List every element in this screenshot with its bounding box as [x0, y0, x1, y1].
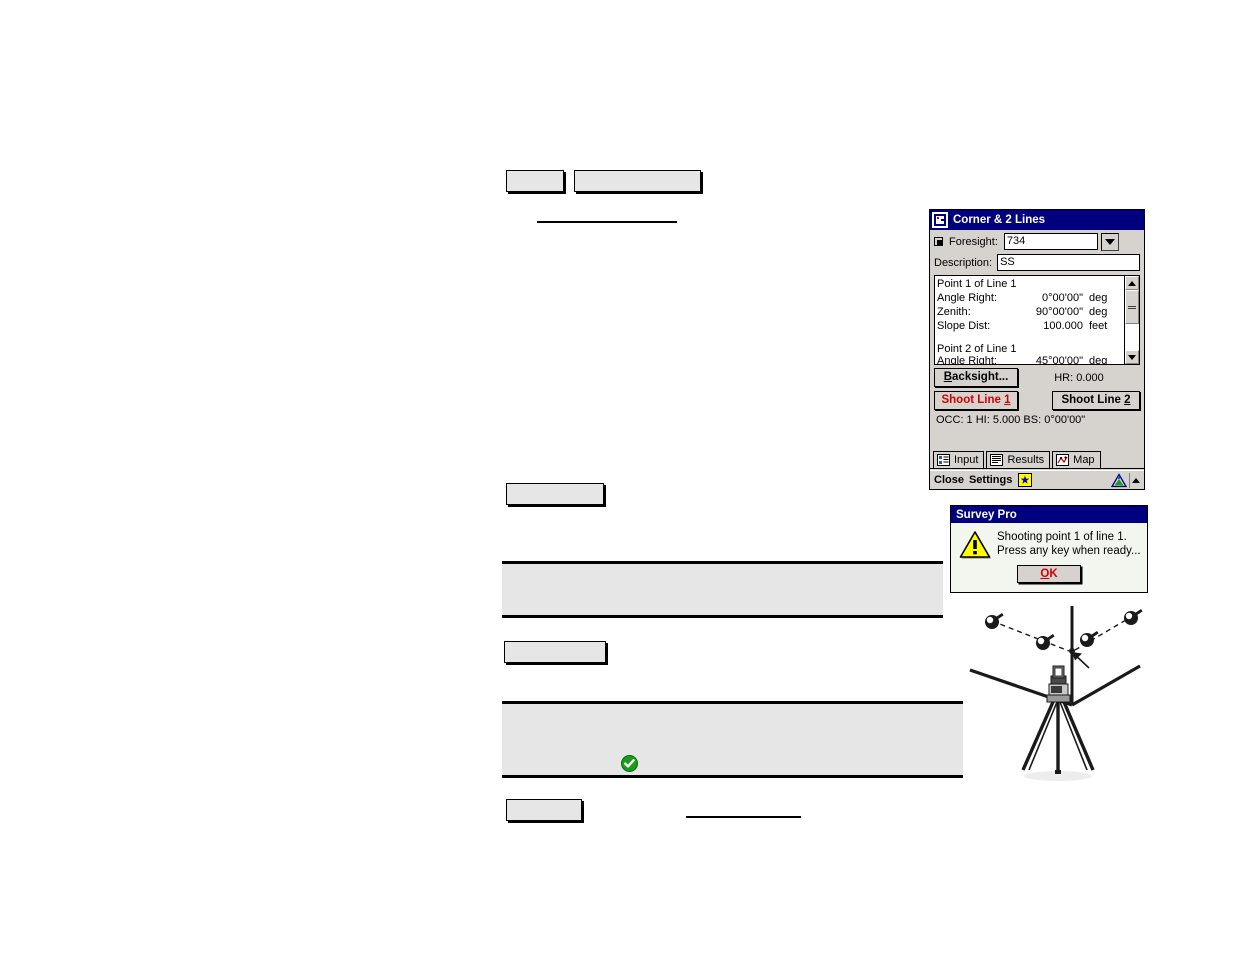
hr-readout: HR: 0.000: [1054, 371, 1104, 384]
backsight-row: Backsight... HR: 0.000: [930, 365, 1144, 387]
list-unit: feet: [1089, 320, 1108, 332]
shoot-line-1-accel: 1: [1004, 394, 1011, 406]
tab-map[interactable]: Map: [1052, 451, 1101, 468]
tab-input[interactable]: Input: [933, 451, 985, 468]
description-label: Description:: [934, 256, 993, 269]
list-item: Slope Dist: 100.000 feet: [937, 319, 1124, 333]
list-value: 90°00'00": [1035, 306, 1083, 318]
taskbar-close-button[interactable]: Close: [934, 474, 964, 486]
tab-input-label: Input: [954, 454, 979, 466]
description-input[interactable]: SS: [997, 254, 1140, 271]
backsight-accel: B: [943, 371, 953, 383]
survey-tray-icon[interactable]: [1110, 472, 1128, 488]
list-unit: deg: [1089, 306, 1108, 318]
step-text-1: [574, 170, 701, 192]
list-group-heading: Point 1 of Line 1: [937, 278, 1017, 290]
yellow-star-icon[interactable]: [1018, 473, 1033, 487]
underline-rule-bottom: [686, 816, 801, 818]
tab-results[interactable]: Results: [986, 451, 1051, 468]
dialog-message-line-1: Shooting point 1 of line 1.: [997, 531, 1127, 543]
shoot-buttons-row: Shoot Line 1 Shoot Line 2: [930, 387, 1144, 410]
shoot-line-2-label: Shoot Line: [1061, 394, 1125, 406]
backsight-label: acksight...: [952, 371, 1009, 383]
note-band-lower: [502, 701, 963, 778]
backsight-button[interactable]: Backsight...: [934, 368, 1018, 387]
list-value: 100.000: [1043, 320, 1083, 332]
taskbar-divider: [1129, 472, 1130, 488]
survey-pro-dialog: Survey Pro Shooting point 1 of line 1. P…: [950, 505, 1148, 593]
list-key: Zenith:: [937, 306, 971, 318]
dialog-ok-button[interactable]: OK: [1017, 565, 1081, 583]
step-label-2: [506, 483, 604, 505]
foresight-input[interactable]: 734: [1003, 233, 1098, 250]
measurements-listbox[interactable]: Point 1 of Line 1 Angle Right: 0°00'00" …: [934, 275, 1140, 365]
list-unit: deg: [1089, 356, 1108, 364]
dialog-title: Survey Pro: [956, 508, 1017, 521]
taskbar: Close Settings: [930, 470, 1144, 489]
tab-strip: Input Results Map: [930, 451, 1144, 469]
chevron-down-icon[interactable]: [1100, 232, 1119, 251]
list-key: Angle Right:: [937, 356, 997, 364]
results-list-icon: [990, 454, 1004, 466]
tab-map-label: Map: [1073, 454, 1095, 466]
window-title: Corner & 2 Lines: [953, 214, 1046, 226]
survey-app-icon: [932, 212, 948, 228]
foresight-label: Foresight:: [949, 235, 998, 248]
total-station-tripod-diagram: [965, 598, 1145, 783]
dialog-button-row: OK: [951, 565, 1147, 583]
green-check-icon: [621, 755, 638, 772]
tray-up-arrow-icon[interactable]: [1132, 477, 1140, 483]
dialog-message-line-2: Press any key when ready...: [997, 545, 1141, 557]
list-scrollbar[interactable]: [1124, 276, 1139, 364]
step-label-3: [504, 641, 606, 663]
dialog-body: Shooting point 1 of line 1. Press any ke…: [951, 523, 1147, 560]
list-item: Zenith: 90°00'00" deg: [937, 305, 1124, 319]
list-item: Angle Right: 45°00'00" deg: [937, 356, 1124, 364]
underline-rule-top: [537, 221, 677, 223]
dialog-ok-accel: O: [1040, 568, 1050, 580]
window-titlebar: Corner & 2 Lines: [930, 210, 1144, 230]
occupation-status-line: OCC: 1 HI: 5.000 BS: 0°00'00": [936, 414, 1086, 426]
list-group-heading: Point 2 of Line 1: [937, 343, 1017, 355]
description-row: Description: SS: [930, 251, 1144, 272]
list-key: Angle Right:: [937, 292, 997, 304]
tab-results-label: Results: [1007, 454, 1045, 466]
page-canvas: Corner & 2 Lines Foresight: 734 Descript…: [0, 0, 1235, 954]
list-gap: [937, 333, 1124, 342]
input-form-icon: [937, 454, 950, 466]
shoot-line-1-label: Shoot Line: [941, 394, 1005, 406]
measurements-list-body: Point 1 of Line 1 Angle Right: 0°00'00" …: [935, 276, 1124, 364]
shoot-line-2-accel: 2: [1124, 394, 1131, 406]
step-label-4: [506, 799, 582, 821]
list-value: 45°00'00": [1035, 356, 1083, 364]
warning-triangle-icon: [959, 530, 991, 560]
list-item: Angle Right: 0°00'00" deg: [937, 291, 1124, 305]
note-band-upper: [502, 561, 943, 618]
step-label-1: [506, 170, 564, 192]
map-chart-icon: [1056, 454, 1070, 466]
list-value: 0°00'00": [1042, 292, 1083, 304]
scrollbar-track[interactable]: [1125, 324, 1139, 350]
dialog-ok-label: K: [1049, 568, 1058, 580]
scroll-up-arrow-icon[interactable]: [1125, 276, 1139, 290]
list-key: Slope Dist:: [937, 320, 991, 332]
taskbar-settings-button[interactable]: Settings: [969, 474, 1012, 486]
shoot-line-1-button[interactable]: Shoot Line 1: [934, 391, 1018, 410]
radio-square-icon[interactable]: [934, 237, 943, 246]
shoot-line-2-button[interactable]: Shoot Line 2: [1052, 391, 1140, 410]
dialog-titlebar: Survey Pro: [951, 506, 1147, 523]
scroll-down-arrow-icon[interactable]: [1125, 350, 1139, 364]
survey-pro-window: Corner & 2 Lines Foresight: 734 Descript…: [929, 209, 1145, 490]
foresight-row: Foresight: 734: [930, 230, 1144, 251]
scrollbar-thumb[interactable]: [1125, 290, 1139, 324]
dialog-message: Shooting point 1 of line 1. Press any ke…: [991, 530, 1141, 560]
list-unit: deg: [1089, 292, 1108, 304]
